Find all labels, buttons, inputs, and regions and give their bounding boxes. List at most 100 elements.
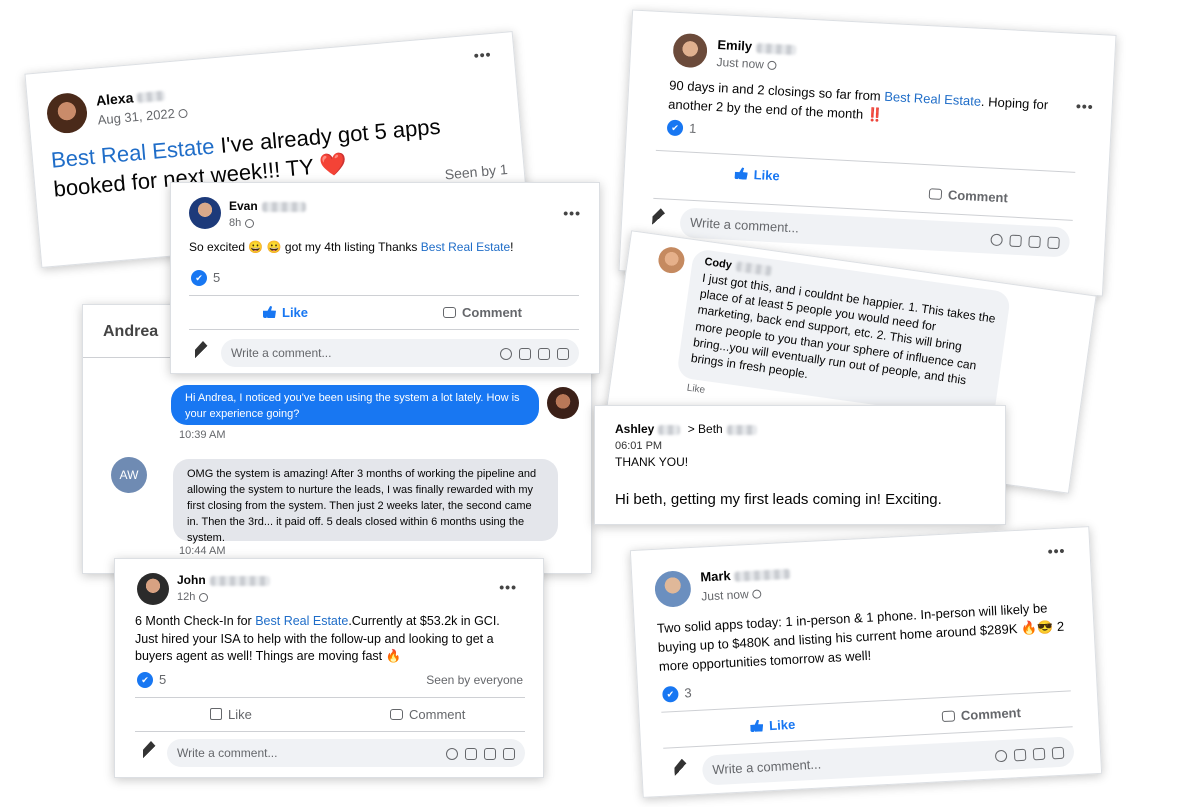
emoji-icon[interactable]	[500, 347, 512, 360]
comment-tools	[987, 737, 1065, 771]
page-logo-icon	[674, 758, 691, 781]
incoming-message: OMG the system is amazing! After 3 month…	[173, 459, 558, 544]
avatar-john[interactable]	[137, 573, 169, 605]
comment-icon	[941, 710, 956, 723]
email-from[interactable]: Ashley > Beth	[615, 422, 757, 436]
more-options-button[interactable]: •••	[1047, 542, 1066, 559]
sticker-icon[interactable]	[1047, 236, 1060, 249]
emoji-icon[interactable]	[990, 233, 1003, 246]
post-text: 6 Month Check-In for Best Real Estate.Cu…	[135, 614, 500, 663]
comment-button[interactable]: Comment	[443, 305, 522, 320]
thread-header: Andrea	[103, 323, 159, 340]
author-name[interactable]: Emily	[717, 37, 797, 56]
avatar-cody[interactable]	[656, 245, 687, 275]
post-timestamp[interactable]: Aug 31, 2022	[97, 105, 189, 127]
post-timestamp[interactable]: Just now	[701, 586, 762, 604]
globe-icon	[767, 60, 778, 71]
post-card-evan: Evan 8h ••• So excited 😀 😀 got my 4th li…	[170, 182, 600, 374]
divider	[135, 697, 525, 698]
like-button[interactable]: Like	[263, 305, 308, 320]
avatar-agent[interactable]	[547, 387, 579, 419]
divider	[655, 149, 1076, 173]
thumbs-up-icon	[210, 708, 222, 720]
reaction-summary[interactable]: ✔ 1	[666, 118, 697, 138]
sticker-icon[interactable]	[503, 747, 515, 760]
gif-icon[interactable]	[1032, 747, 1046, 760]
globe-icon	[178, 108, 189, 119]
comment-button[interactable]: Comment	[390, 707, 465, 722]
author-name[interactable]: John	[177, 573, 270, 587]
post-text: Two solid apps today: 1 in-person & 1 ph…	[656, 600, 1065, 674]
divider	[135, 731, 525, 732]
reaction-summary[interactable]: ✔ 5	[191, 269, 220, 287]
like-button[interactable]: Like	[734, 166, 780, 183]
more-options-button[interactable]: •••	[563, 205, 581, 221]
camera-icon[interactable]	[465, 747, 477, 760]
sticker-icon[interactable]	[1051, 746, 1065, 759]
gif-icon[interactable]	[1028, 235, 1041, 248]
gif-icon[interactable]	[484, 747, 496, 760]
more-options-button[interactable]: •••	[473, 46, 492, 63]
like-reaction-icon: ✔	[666, 119, 684, 137]
comment-tools	[439, 739, 515, 767]
author-name[interactable]: Alexa	[95, 87, 166, 109]
comment-input[interactable]: Write a comment...	[221, 339, 579, 367]
comment-icon	[443, 307, 456, 318]
divider	[189, 329, 579, 330]
camera-icon[interactable]	[1013, 748, 1027, 761]
like-reaction-icon: ✔	[662, 685, 679, 703]
post-timestamp[interactable]: 8h	[229, 217, 255, 229]
globe-icon	[752, 589, 762, 600]
email-subject: THANK YOU!	[615, 455, 689, 469]
thumbs-up-icon	[734, 167, 748, 180]
like-link[interactable]: Like	[686, 383, 706, 396]
outgoing-message: Hi Andrea, I noticed you've been using t…	[171, 385, 539, 425]
post-card-mark: Mark Just now ••• Two solid apps today: …	[629, 526, 1103, 798]
reaction-summary[interactable]: ✔ 3	[662, 684, 692, 704]
like-button[interactable]: Like	[210, 707, 252, 722]
sticker-icon[interactable]	[557, 347, 569, 360]
comment-tools	[983, 223, 1060, 257]
globe-icon	[199, 592, 209, 602]
like-reaction-icon: ✔	[191, 269, 207, 286]
avatar-aw[interactable]: AW	[111, 457, 147, 493]
avatar-emily[interactable]	[672, 32, 708, 69]
post-text: 90 days in and 2 closings so far from Be…	[667, 77, 1049, 123]
comment-input[interactable]: Write a comment...	[167, 739, 525, 767]
message-time: 10:44 AM	[179, 545, 226, 557]
comment-button[interactable]: Comment	[928, 186, 1008, 205]
post-text: So excited 😀 😀 got my 4th listing Thanks…	[189, 240, 514, 254]
more-options-button[interactable]: •••	[1076, 98, 1095, 115]
emoji-icon[interactable]	[446, 747, 458, 760]
email-time: 06:01 PM	[615, 440, 663, 452]
avatar-evan[interactable]	[189, 197, 221, 229]
emoji-icon[interactable]	[994, 749, 1008, 762]
brand-link[interactable]: Best Real Estate	[421, 240, 510, 254]
email-body: Hi beth, getting my first leads coming i…	[615, 491, 942, 508]
page-logo-icon	[652, 208, 669, 231]
page-logo-icon	[195, 341, 211, 363]
like-reaction-icon: ✔	[137, 671, 153, 688]
more-options-button[interactable]: •••	[499, 579, 517, 595]
brand-link[interactable]: Best Real Estate	[884, 89, 981, 109]
author-name[interactable]: Evan	[229, 199, 306, 213]
thumbs-up-icon	[750, 719, 764, 732]
avatar-mark[interactable]	[653, 570, 692, 608]
camera-icon[interactable]	[1009, 234, 1022, 247]
reaction-summary[interactable]: ✔ 5	[137, 671, 166, 689]
gif-icon[interactable]	[538, 347, 550, 360]
author-name[interactable]: Mark	[700, 565, 791, 585]
thumbs-up-icon	[263, 306, 276, 318]
email-card-ashley: Ashley > Beth 06:01 PM THANK YOU! Hi bet…	[594, 405, 1006, 525]
comment-button[interactable]: Comment	[941, 705, 1021, 724]
avatar-alexa[interactable]	[45, 91, 89, 135]
brand-link[interactable]: Best Real Estate	[255, 614, 348, 628]
like-button[interactable]: Like	[750, 717, 796, 734]
post-timestamp[interactable]: 12h	[177, 591, 209, 603]
comment-icon	[928, 188, 943, 200]
seen-by[interactable]: Seen by everyone	[426, 673, 523, 687]
avatar-initials: AW	[119, 468, 139, 482]
post-timestamp[interactable]: Just now	[716, 55, 778, 72]
camera-icon[interactable]	[519, 347, 531, 360]
comment-tools	[493, 339, 569, 367]
